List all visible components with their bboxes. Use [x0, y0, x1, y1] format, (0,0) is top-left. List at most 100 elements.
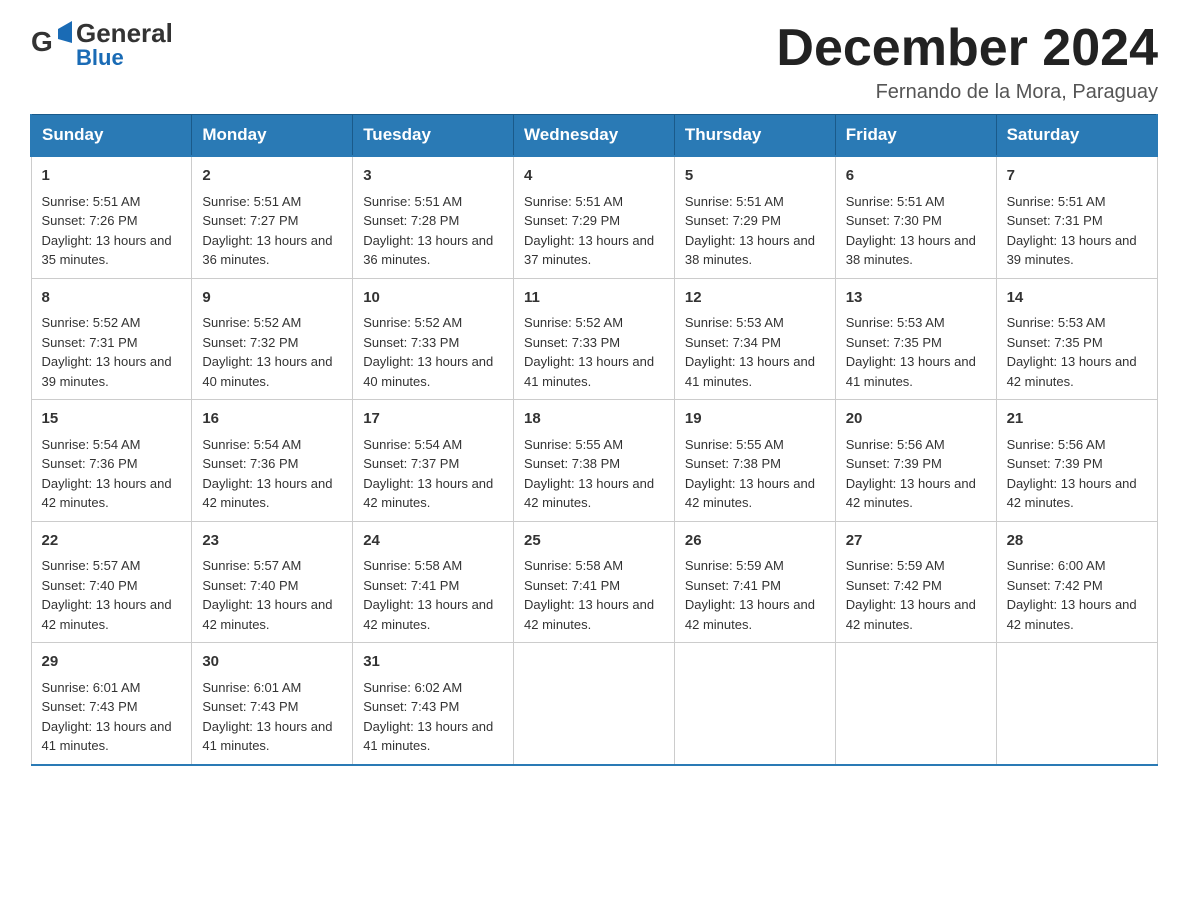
daylight-info: Daylight: 13 hours and 42 minutes.	[846, 476, 976, 511]
day-header-tuesday: Tuesday	[353, 115, 514, 157]
calendar-day-cell	[835, 643, 996, 765]
calendar-day-cell: 5 Sunrise: 5:51 AM Sunset: 7:29 PM Dayli…	[674, 156, 835, 278]
calendar-day-cell: 28 Sunrise: 6:00 AM Sunset: 7:42 PM Dayl…	[996, 521, 1157, 643]
day-header-monday: Monday	[192, 115, 353, 157]
day-number: 23	[202, 530, 342, 553]
logo-general: General	[76, 20, 173, 46]
day-header-sunday: Sunday	[31, 115, 192, 157]
day-number: 29	[42, 651, 182, 674]
daylight-info: Daylight: 13 hours and 42 minutes.	[202, 597, 332, 632]
calendar-day-cell: 2 Sunrise: 5:51 AM Sunset: 7:27 PM Dayli…	[192, 156, 353, 278]
day-number: 2	[202, 165, 342, 188]
sunset-info: Sunset: 7:29 PM	[524, 213, 620, 228]
calendar-day-cell: 25 Sunrise: 5:58 AM Sunset: 7:41 PM Dayl…	[514, 521, 675, 643]
sunset-info: Sunset: 7:43 PM	[363, 699, 459, 714]
daylight-info: Daylight: 13 hours and 42 minutes.	[846, 597, 976, 632]
day-number: 5	[685, 165, 825, 188]
sunrise-info: Sunrise: 5:58 AM	[524, 558, 623, 573]
calendar-day-cell: 6 Sunrise: 5:51 AM Sunset: 7:30 PM Dayli…	[835, 156, 996, 278]
daylight-info: Daylight: 13 hours and 40 minutes.	[202, 354, 332, 389]
sunset-info: Sunset: 7:42 PM	[1007, 578, 1103, 593]
daylight-info: Daylight: 13 hours and 38 minutes.	[685, 233, 815, 268]
sunset-info: Sunset: 7:43 PM	[202, 699, 298, 714]
daylight-info: Daylight: 13 hours and 42 minutes.	[524, 476, 654, 511]
calendar-day-cell: 23 Sunrise: 5:57 AM Sunset: 7:40 PM Dayl…	[192, 521, 353, 643]
calendar-day-cell	[996, 643, 1157, 765]
calendar-table: SundayMondayTuesdayWednesdayThursdayFrid…	[30, 114, 1158, 766]
sunrise-info: Sunrise: 5:51 AM	[363, 194, 462, 209]
calendar-day-cell: 24 Sunrise: 5:58 AM Sunset: 7:41 PM Dayl…	[353, 521, 514, 643]
day-header-friday: Friday	[835, 115, 996, 157]
sunrise-info: Sunrise: 6:01 AM	[202, 680, 301, 695]
sunrise-info: Sunrise: 5:52 AM	[363, 315, 462, 330]
sunrise-info: Sunrise: 5:57 AM	[202, 558, 301, 573]
daylight-info: Daylight: 13 hours and 42 minutes.	[363, 597, 493, 632]
sunset-info: Sunset: 7:37 PM	[363, 456, 459, 471]
sunset-info: Sunset: 7:28 PM	[363, 213, 459, 228]
sunset-info: Sunset: 7:29 PM	[685, 213, 781, 228]
sunset-info: Sunset: 7:40 PM	[42, 578, 138, 593]
sunrise-info: Sunrise: 6:00 AM	[1007, 558, 1106, 573]
calendar-day-cell: 9 Sunrise: 5:52 AM Sunset: 7:32 PM Dayli…	[192, 278, 353, 400]
sunrise-info: Sunrise: 5:58 AM	[363, 558, 462, 573]
day-number: 31	[363, 651, 503, 674]
sunset-info: Sunset: 7:36 PM	[202, 456, 298, 471]
sunset-info: Sunset: 7:43 PM	[42, 699, 138, 714]
calendar-week-row: 22 Sunrise: 5:57 AM Sunset: 7:40 PM Dayl…	[31, 521, 1157, 643]
sunrise-info: Sunrise: 6:01 AM	[42, 680, 141, 695]
sunrise-info: Sunrise: 5:51 AM	[846, 194, 945, 209]
calendar-day-cell: 22 Sunrise: 5:57 AM Sunset: 7:40 PM Dayl…	[31, 521, 192, 643]
daylight-info: Daylight: 13 hours and 41 minutes.	[524, 354, 654, 389]
sunset-info: Sunset: 7:35 PM	[846, 335, 942, 350]
calendar-day-cell: 19 Sunrise: 5:55 AM Sunset: 7:38 PM Dayl…	[674, 400, 835, 522]
month-title: December 2024	[776, 20, 1158, 77]
day-number: 18	[524, 408, 664, 431]
daylight-info: Daylight: 13 hours and 36 minutes.	[363, 233, 493, 268]
daylight-info: Daylight: 13 hours and 41 minutes.	[42, 719, 172, 754]
day-number: 17	[363, 408, 503, 431]
sunrise-info: Sunrise: 5:51 AM	[42, 194, 141, 209]
sunset-info: Sunset: 7:36 PM	[42, 456, 138, 471]
daylight-info: Daylight: 13 hours and 39 minutes.	[42, 354, 172, 389]
day-number: 1	[42, 165, 182, 188]
day-number: 8	[42, 287, 182, 310]
day-number: 7	[1007, 165, 1147, 188]
day-number: 16	[202, 408, 342, 431]
sunset-info: Sunset: 7:26 PM	[42, 213, 138, 228]
calendar-day-cell: 18 Sunrise: 5:55 AM Sunset: 7:38 PM Dayl…	[514, 400, 675, 522]
sunrise-info: Sunrise: 5:54 AM	[363, 437, 462, 452]
day-number: 25	[524, 530, 664, 553]
daylight-info: Daylight: 13 hours and 36 minutes.	[202, 233, 332, 268]
day-number: 9	[202, 287, 342, 310]
daylight-info: Daylight: 13 hours and 42 minutes.	[42, 597, 172, 632]
calendar-day-cell: 31 Sunrise: 6:02 AM Sunset: 7:43 PM Dayl…	[353, 643, 514, 765]
daylight-info: Daylight: 13 hours and 35 minutes.	[42, 233, 172, 268]
day-number: 22	[42, 530, 182, 553]
daylight-info: Daylight: 13 hours and 42 minutes.	[524, 597, 654, 632]
calendar-day-cell: 17 Sunrise: 5:54 AM Sunset: 7:37 PM Dayl…	[353, 400, 514, 522]
calendar-week-row: 29 Sunrise: 6:01 AM Sunset: 7:43 PM Dayl…	[31, 643, 1157, 765]
sunrise-info: Sunrise: 5:56 AM	[846, 437, 945, 452]
sunrise-info: Sunrise: 5:54 AM	[42, 437, 141, 452]
sunrise-info: Sunrise: 5:55 AM	[524, 437, 623, 452]
day-number: 4	[524, 165, 664, 188]
logo: G General Blue	[30, 20, 173, 70]
sunset-info: Sunset: 7:31 PM	[1007, 213, 1103, 228]
sunrise-info: Sunrise: 5:51 AM	[1007, 194, 1106, 209]
calendar-day-cell: 10 Sunrise: 5:52 AM Sunset: 7:33 PM Dayl…	[353, 278, 514, 400]
calendar-day-cell: 26 Sunrise: 5:59 AM Sunset: 7:41 PM Dayl…	[674, 521, 835, 643]
calendar-week-row: 1 Sunrise: 5:51 AM Sunset: 7:26 PM Dayli…	[31, 156, 1157, 278]
calendar-day-cell: 20 Sunrise: 5:56 AM Sunset: 7:39 PM Dayl…	[835, 400, 996, 522]
calendar-day-cell	[674, 643, 835, 765]
sunset-info: Sunset: 7:41 PM	[685, 578, 781, 593]
sunrise-info: Sunrise: 5:52 AM	[524, 315, 623, 330]
calendar-day-cell: 16 Sunrise: 5:54 AM Sunset: 7:36 PM Dayl…	[192, 400, 353, 522]
day-number: 15	[42, 408, 182, 431]
day-number: 26	[685, 530, 825, 553]
daylight-info: Daylight: 13 hours and 42 minutes.	[1007, 354, 1137, 389]
day-number: 19	[685, 408, 825, 431]
sunset-info: Sunset: 7:39 PM	[1007, 456, 1103, 471]
sunrise-info: Sunrise: 5:59 AM	[685, 558, 784, 573]
day-number: 20	[846, 408, 986, 431]
svg-text:G: G	[31, 26, 53, 57]
